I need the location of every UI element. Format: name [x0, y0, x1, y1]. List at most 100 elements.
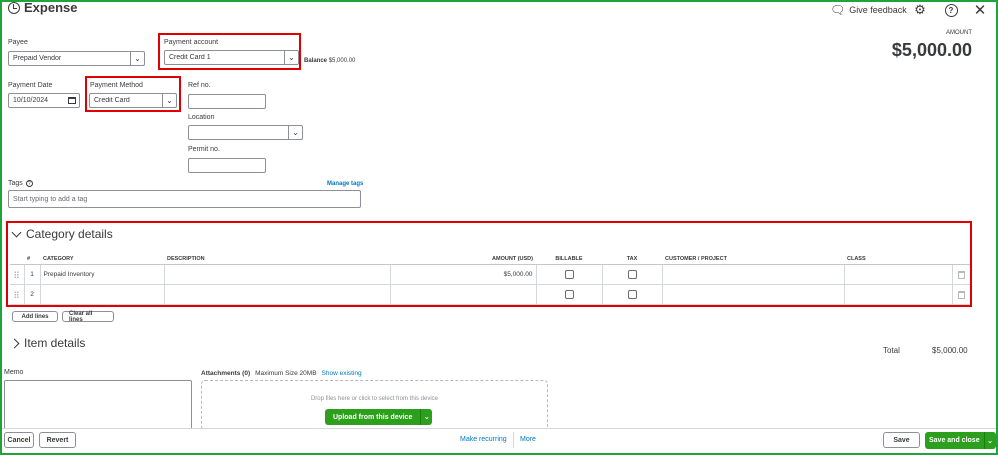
payment-account-select[interactable]: Credit Card 1 ⌄	[164, 50, 299, 65]
category-details-title: Category details	[26, 227, 113, 241]
row-customer[interactable]	[662, 284, 845, 305]
tags-label: Tags	[8, 180, 23, 187]
row-category[interactable]: Prepaid Inventory	[40, 264, 165, 285]
tags-input[interactable]: Start typing to add a tag	[8, 190, 361, 208]
chevron-down-icon: ⌄	[162, 94, 176, 107]
table-row[interactable]: 2	[10, 284, 970, 305]
trash-col	[952, 254, 970, 265]
chevron-down-icon: ⌄	[288, 126, 302, 139]
payee-label: Payee	[8, 39, 28, 46]
payment-method-value: Credit Card	[94, 97, 130, 104]
show-existing-link[interactable]: Show existing	[322, 370, 362, 377]
trash-icon[interactable]	[957, 290, 965, 299]
balance-value: $5,000.00	[328, 58, 356, 64]
upload-button[interactable]: Upload from this device	[325, 414, 420, 421]
chevron-down-icon	[11, 227, 22, 237]
add-lines-button[interactable]: Add lines	[12, 311, 58, 322]
attachments-max-size: Maximum Size 20MB	[255, 370, 317, 377]
revert-button[interactable]: Revert	[39, 432, 76, 448]
make-recurring-link[interactable]: Make recurring	[460, 436, 507, 443]
row-number: 2	[24, 284, 41, 305]
chevron-down-icon: ⌄	[130, 52, 144, 65]
row-description[interactable]	[164, 264, 391, 285]
drag-handle-icon[interactable]	[10, 264, 25, 285]
row-category[interactable]	[40, 284, 165, 305]
payment-method-label: Payment Method	[90, 82, 143, 89]
history-icon[interactable]	[8, 1, 20, 14]
col-class: CLASS	[844, 254, 952, 265]
location-label: Location	[188, 114, 215, 121]
category-table: # CATEGORY DESCRIPTION AMOUNT (USD) BILL…	[10, 254, 970, 305]
chevron-right-icon	[9, 338, 20, 348]
chevron-down-icon: ⌄	[284, 51, 298, 64]
payment-method-select[interactable]: Credit Card ⌄	[89, 93, 177, 108]
row-class[interactable]	[844, 264, 953, 285]
billable-checkbox[interactable]	[564, 270, 574, 279]
dropzone-text: Drop files here or click to select from …	[310, 396, 439, 402]
payment-date-label: Payment Date	[8, 82, 53, 89]
row-tax	[602, 264, 663, 285]
save-close-group: Save and close ⌄	[925, 432, 996, 449]
payment-account-value: Credit Card 1	[169, 54, 211, 61]
chevron-down-icon[interactable]: ⌄	[420, 409, 432, 425]
total-value: $5,000.00	[932, 346, 968, 355]
row-amount[interactable]: $5,000.00	[390, 264, 537, 285]
row-amount[interactable]	[390, 284, 537, 305]
page-title-group: Expense	[8, 0, 77, 15]
total-label: Total	[883, 346, 900, 355]
row-billable	[536, 284, 603, 305]
permit-input[interactable]	[188, 158, 266, 173]
location-select[interactable]: ⌄	[188, 125, 303, 140]
save-button[interactable]: Save	[883, 432, 920, 448]
manage-tags-link[interactable]: Manage tags	[327, 181, 363, 187]
clear-all-lines-button[interactable]: Clear all lines	[62, 311, 114, 323]
tax-checkbox[interactable]	[627, 270, 637, 279]
chevron-down-icon[interactable]: ⌄	[983, 432, 996, 449]
col-billable: BILLABLE	[536, 254, 602, 265]
grip-col	[10, 254, 24, 265]
cancel-button[interactable]: Cancel	[4, 432, 34, 448]
info-icon[interactable]: ?	[25, 180, 33, 187]
ref-label: Ref no.	[188, 82, 211, 89]
attachments-header: Attachments (0) Maximum Size 20MB Show e…	[201, 370, 362, 377]
save-and-close-button[interactable]: Save and close	[925, 437, 984, 444]
billable-checkbox[interactable]	[564, 290, 574, 299]
help-icon[interactable]: ?	[943, 2, 959, 18]
tags-label-group: Tags ?	[8, 180, 33, 187]
upload-button-group: Upload from this device ⌄	[325, 409, 433, 425]
ref-input[interactable]	[188, 94, 266, 109]
gear-icon[interactable]: ⚙	[912, 2, 928, 18]
col-number: #	[24, 254, 40, 265]
row-delete	[952, 284, 970, 305]
row-billable	[536, 264, 603, 285]
category-details-header[interactable]: Category details	[11, 227, 113, 241]
more-link[interactable]: More	[520, 436, 536, 443]
memo-label: Memo	[4, 369, 24, 376]
amount-label: AMOUNT	[946, 30, 972, 36]
item-details-header[interactable]: Item details	[9, 336, 86, 350]
item-details-title: Item details	[24, 336, 86, 350]
row-delete	[952, 264, 970, 285]
category-table-header: # CATEGORY DESCRIPTION AMOUNT (USD) BILL…	[10, 254, 970, 265]
row-number: 1	[24, 264, 41, 285]
memo-textarea[interactable]	[4, 380, 192, 430]
col-tax: TAX	[602, 254, 662, 265]
give-feedback-link[interactable]: 🗨 Give feedback	[830, 3, 907, 17]
trash-icon[interactable]	[957, 270, 965, 279]
table-row[interactable]: 1 Prepaid Inventory $5,000.00	[10, 264, 970, 285]
tax-checkbox[interactable]	[627, 290, 637, 299]
row-customer[interactable]	[662, 264, 845, 285]
col-customer-project: CUSTOMER / PROJECT	[662, 254, 844, 265]
payee-select[interactable]: Prepaid Vendor ⌄	[8, 51, 145, 66]
row-description[interactable]	[164, 284, 391, 305]
footer-divider	[513, 432, 514, 448]
drag-handle-icon[interactable]	[10, 284, 25, 305]
payment-account-label: Payment account	[164, 39, 219, 46]
row-class[interactable]	[844, 284, 953, 305]
attachments-label: Attachments (0)	[201, 370, 251, 377]
feedback-label: Give feedback	[849, 5, 907, 15]
close-icon[interactable]: ✕	[972, 2, 988, 19]
page-title: Expense	[24, 0, 78, 15]
calendar-icon[interactable]	[68, 97, 76, 104]
payment-date-input[interactable]: 10/10/2024	[8, 93, 80, 108]
